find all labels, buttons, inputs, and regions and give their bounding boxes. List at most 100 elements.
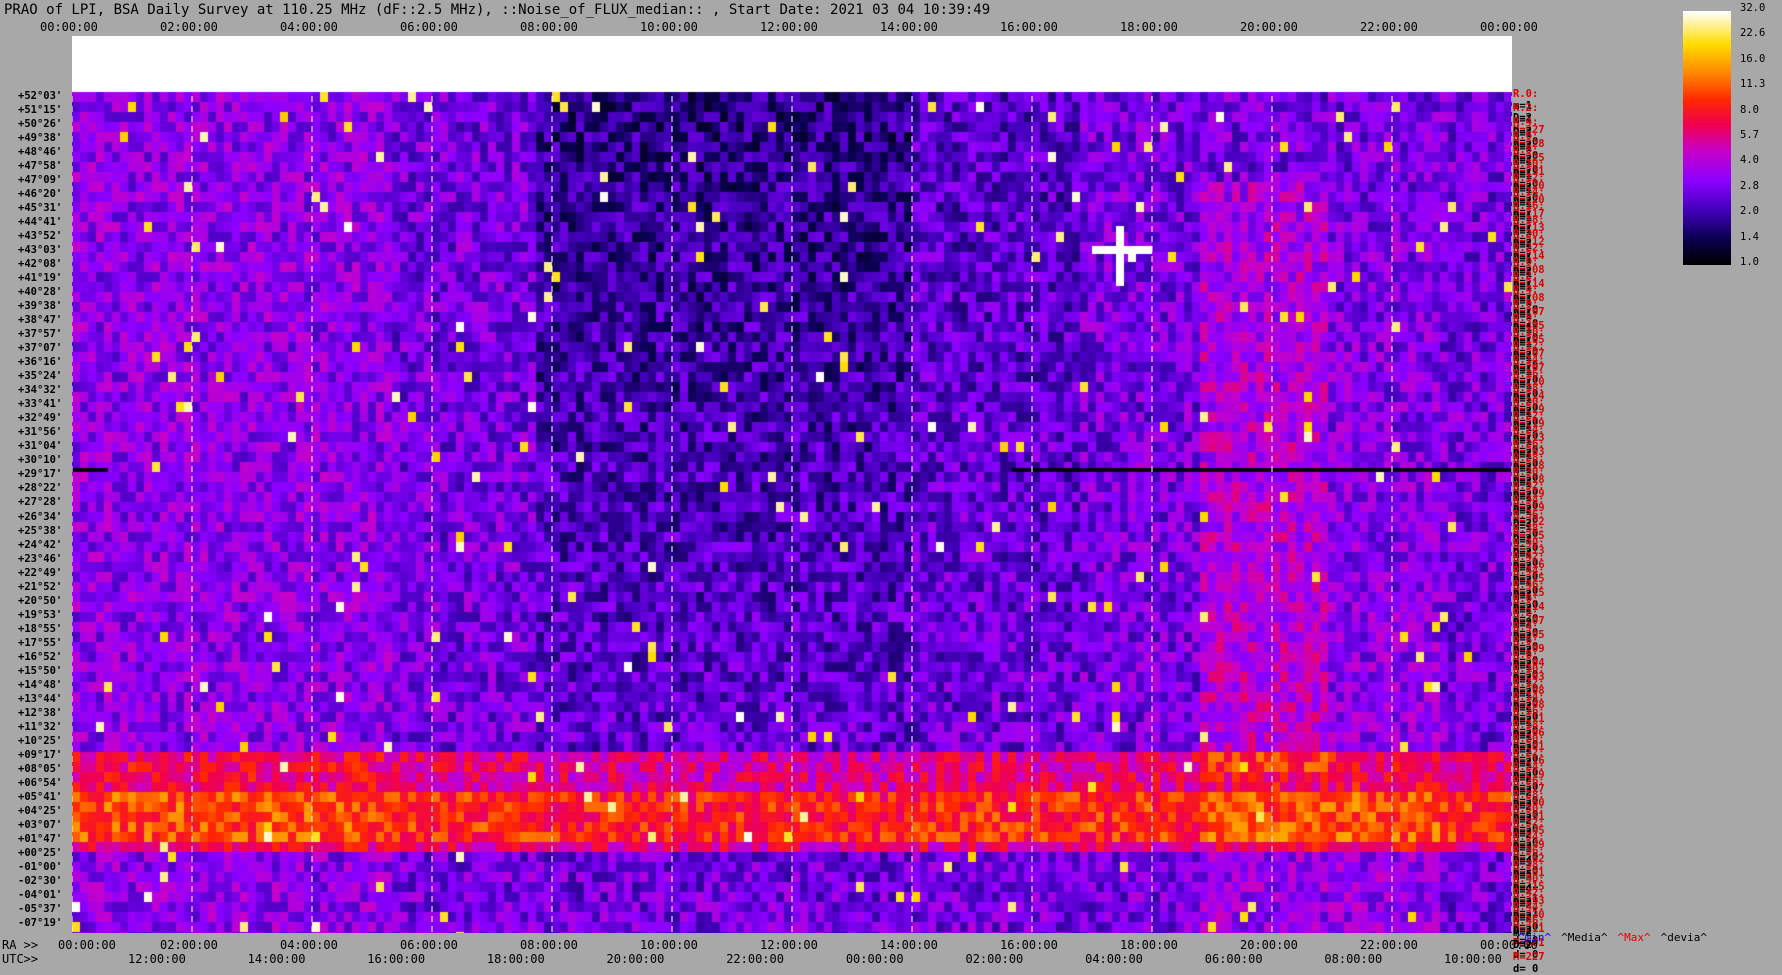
top-tick-label: 14:00:00 bbox=[880, 20, 938, 34]
row-stat-field: R.26: bbox=[1513, 774, 1545, 787]
dec-label: +45°31' bbox=[18, 202, 63, 215]
row-stat-field: M=227 bbox=[1513, 950, 1545, 963]
row-stat-field: R.44: bbox=[1513, 564, 1545, 577]
ra-tick-label: 04:00:00 bbox=[280, 938, 338, 952]
dec-label: +44°41' bbox=[18, 216, 63, 229]
utc-tick-label: 16:00:00 bbox=[367, 952, 426, 966]
heatmap-gridlines bbox=[72, 36, 1512, 933]
row-stat-field: R.22: bbox=[1513, 242, 1545, 255]
colorbar-tick-label: 8.0 bbox=[1740, 103, 1759, 116]
row-stat-field: R.40: bbox=[1513, 872, 1545, 885]
row-stat-field: R.10: bbox=[1513, 326, 1545, 339]
utc-tick-label: 14:00:00 bbox=[247, 952, 306, 966]
dec-label: +32°49' bbox=[18, 412, 63, 425]
dec-label: +49°38' bbox=[18, 132, 63, 145]
row-stat-field: R.8: bbox=[1513, 144, 1539, 157]
utc-tick-label: 02:00:00 bbox=[965, 952, 1024, 966]
dec-label: +33°41' bbox=[18, 398, 63, 411]
dec-label: +09°17' bbox=[18, 748, 63, 761]
dec-label: +18°55' bbox=[18, 622, 63, 635]
dec-label: +25°38' bbox=[18, 524, 63, 537]
dec-label: +42°08' bbox=[18, 258, 63, 271]
row-stat-field: d= 0 bbox=[1513, 962, 1539, 975]
colorbar-tick-label: 2.8 bbox=[1740, 179, 1759, 192]
dec-label: +10°25' bbox=[18, 734, 63, 747]
legend-item: ^Media^ bbox=[1561, 931, 1608, 944]
dec-label: +01°47' bbox=[18, 832, 63, 845]
row-stat-field: R.16: bbox=[1513, 368, 1545, 381]
row-stat-field: R.24: bbox=[1513, 424, 1545, 437]
top-tick-label: 00:00:00 bbox=[40, 20, 98, 34]
row-stat-field: R.2: bbox=[1513, 606, 1539, 619]
dec-label: +43°03' bbox=[18, 244, 63, 257]
row-stat-field: R.44: bbox=[1513, 900, 1545, 913]
row-stat-field: R.28: bbox=[1513, 452, 1545, 465]
row-stat-field: R.22: bbox=[1513, 410, 1545, 423]
dec-label: +43°52' bbox=[18, 230, 63, 243]
ra-tick-label: 00:00:00 bbox=[58, 938, 116, 952]
dec-label: -07°19' bbox=[18, 916, 63, 929]
dec-label: +21°52' bbox=[18, 580, 63, 593]
ra-tick-label: 20:00:00 bbox=[1240, 938, 1298, 952]
legend-item: ^Max^ bbox=[1617, 931, 1651, 944]
dec-label: -02°30' bbox=[18, 874, 63, 887]
row-stat-field: R.10: bbox=[1513, 158, 1545, 171]
row-stat-field: R.32: bbox=[1513, 480, 1545, 493]
dec-label: +36°16' bbox=[18, 356, 63, 369]
ra-tick-label: 14:00:00 bbox=[880, 938, 938, 952]
dec-label: +38°47' bbox=[18, 314, 63, 327]
colorbar-tick-label: 32.0 bbox=[1740, 2, 1766, 14]
row-stat-field: R.22: bbox=[1513, 746, 1545, 759]
row-stat-field: R.46: bbox=[1513, 914, 1545, 927]
row-stat-field: R.26: bbox=[1513, 438, 1545, 451]
dec-label: +41°19' bbox=[18, 272, 63, 285]
top-tick-label: 10:00:00 bbox=[640, 20, 698, 34]
dec-label: +47°58' bbox=[18, 160, 63, 173]
dec-label: -01°00' bbox=[18, 860, 63, 873]
row-stat-field: R.18: bbox=[1513, 214, 1545, 227]
row-stat-field: R.16: bbox=[1513, 200, 1545, 213]
row-stat-field: R.42: bbox=[1513, 550, 1545, 563]
row-stat-field: R.6: bbox=[1513, 634, 1539, 647]
top-tick-label: 22:00:00 bbox=[1360, 20, 1418, 34]
dec-label: +39°38' bbox=[18, 300, 63, 313]
row-stat-field: R.38: bbox=[1513, 522, 1545, 535]
colorbar-tick-label: 11.3 bbox=[1740, 78, 1766, 91]
dec-label: +47°09' bbox=[18, 174, 63, 187]
dec-label: +50°26' bbox=[18, 118, 63, 131]
colorbar-tick-label: 4.0 bbox=[1740, 154, 1759, 167]
row-stat-field: R.12: bbox=[1513, 340, 1545, 353]
row-stat-field: R.12: bbox=[1513, 676, 1545, 689]
row-stat-field: R.20: bbox=[1513, 732, 1545, 745]
row-stat-field: R.2: bbox=[1513, 270, 1539, 283]
dec-label: +31°04' bbox=[18, 440, 63, 453]
dec-label: +22°49' bbox=[18, 566, 63, 579]
ra-tick-label: 08:00:00 bbox=[520, 938, 578, 952]
dec-label: +52°03' bbox=[18, 90, 63, 102]
dec-label: +29°17' bbox=[18, 468, 63, 481]
dec-label: +23°46' bbox=[18, 552, 63, 565]
row-stat-field: R.12: bbox=[1513, 172, 1545, 185]
dec-label: +34°32' bbox=[18, 384, 63, 397]
row-stat-field: R.36: bbox=[1513, 844, 1545, 857]
ra-axis-label: RA >> bbox=[2, 938, 39, 952]
row-stat-field: R.14: bbox=[1513, 690, 1545, 703]
top-tick-label: 08:00:00 bbox=[520, 20, 578, 34]
row-stat-field: R.38: bbox=[1513, 858, 1545, 871]
dec-label: +24°42' bbox=[18, 538, 63, 551]
dec-label: +12°38' bbox=[18, 706, 63, 719]
row-stat-field: R.14: bbox=[1513, 186, 1545, 199]
utc-tick-label: 08:00:00 bbox=[1324, 952, 1383, 966]
colorbar-tick-label: 1.0 bbox=[1740, 256, 1759, 268]
row-stat-field: R.30: bbox=[1513, 466, 1545, 479]
top-tick-label: 16:00:00 bbox=[1000, 20, 1058, 34]
ra-tick-label: 06:00:00 bbox=[400, 938, 458, 952]
row-stat-field: R.4: bbox=[1513, 620, 1539, 633]
chart-title: PRAO of LPI, BSA Daily Survey at 110.25 … bbox=[4, 2, 991, 18]
row-stat-field: R.8: bbox=[1513, 312, 1539, 325]
utc-tick-label: 10:00:00 bbox=[1444, 952, 1502, 966]
dec-label: +16°52' bbox=[18, 650, 63, 663]
top-tick-label: 12:00:00 bbox=[760, 20, 818, 34]
row-stat-field: R.14: bbox=[1513, 354, 1545, 367]
utc-tick-label: 00:00:00 bbox=[845, 952, 904, 966]
